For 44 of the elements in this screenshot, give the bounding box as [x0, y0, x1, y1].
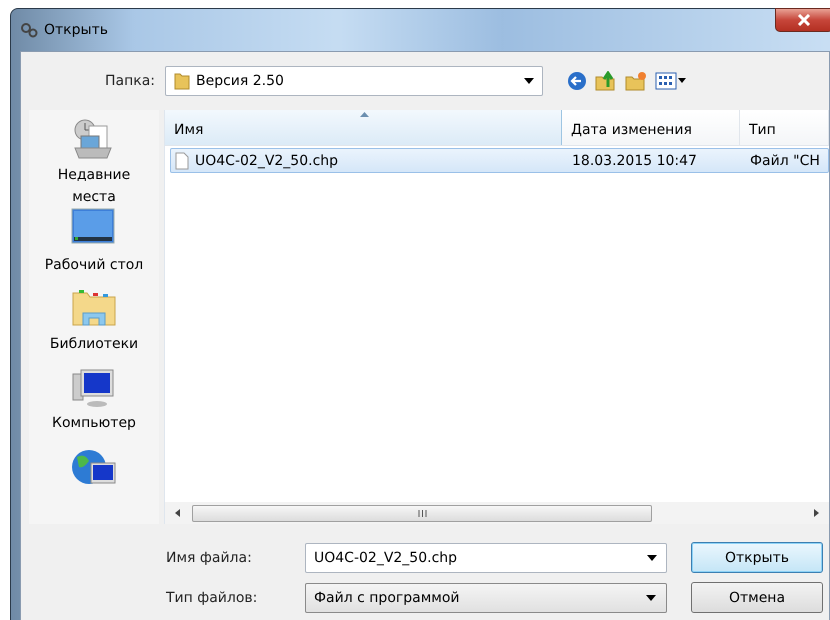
sort-arrow-icon — [360, 112, 369, 117]
scroll-right-icon[interactable] — [814, 509, 819, 517]
column-header-label: Имя — [174, 122, 204, 138]
folder-label: Папка: — [104, 73, 156, 89]
document-icon — [175, 152, 189, 170]
column-header-label: Тип — [749, 122, 776, 138]
dropdown-arrow-icon — [524, 78, 534, 84]
close-button[interactable] — [775, 8, 830, 32]
column-header[interactable]: Тип — [740, 110, 829, 145]
field-label: Имя файла: — [166, 550, 253, 566]
view-menu-icon[interactable] — [655, 72, 687, 90]
dropdown-arrow-icon — [647, 554, 657, 560]
sidebar-label: Библиотеки — [48, 335, 140, 354]
sidebar-label: Недавние места — [56, 166, 132, 207]
sidebar-label: Компьютер — [51, 414, 137, 433]
table-cell: 18.03.2015 10:47 — [572, 152, 697, 168]
close-icon[interactable] — [797, 14, 811, 26]
file-name-field[interactable]: UO4C-02_V2_50.chp — [305, 542, 667, 572]
folder-up-icon[interactable] — [595, 71, 617, 91]
sidebar-item[interactable]: Библиотеки — [29, 287, 159, 366]
new-folder-icon[interactable] — [625, 71, 647, 91]
folder-dropdown[interactable]: Версия 2.50 — [165, 66, 543, 96]
folder-name: Версия 2.50 — [196, 73, 285, 89]
scroll-left-icon[interactable] — [175, 509, 180, 517]
open-button[interactable]: Открыть — [691, 542, 823, 573]
cancel-button[interactable]: Отмена — [691, 582, 823, 613]
column-header[interactable]: Дата изменения — [562, 110, 740, 145]
gears-icon — [20, 22, 38, 38]
grip-icon — [418, 510, 426, 516]
dropdown-value: Файл с программой — [314, 590, 460, 606]
sidebar-item[interactable]: Компьютер — [29, 366, 159, 445]
sidebar-label: Рабочий стол — [44, 256, 144, 275]
column-header[interactable]: Имя — [165, 110, 562, 145]
field-label: Тип файлов: — [166, 590, 258, 606]
file-row[interactable]: UO4C-02_V2_50.chp 18.03.2015 10:47 Файл "CH — [170, 148, 829, 173]
sidebar-item[interactable]: Недавние места — [29, 118, 159, 208]
dropdown-arrow-icon — [646, 594, 656, 600]
table-cell: UO4C-02_V2_50.chp — [195, 152, 338, 168]
column-header-label: Дата изменения — [571, 122, 692, 138]
file-type-dropdown[interactable]: Файл с программой — [305, 582, 667, 612]
table-cell: Файл "CH — [750, 152, 820, 168]
folder-icon — [174, 72, 190, 90]
sidebar-item[interactable]: Рабочий стол — [29, 208, 159, 287]
window-title: Открыть — [44, 22, 108, 38]
